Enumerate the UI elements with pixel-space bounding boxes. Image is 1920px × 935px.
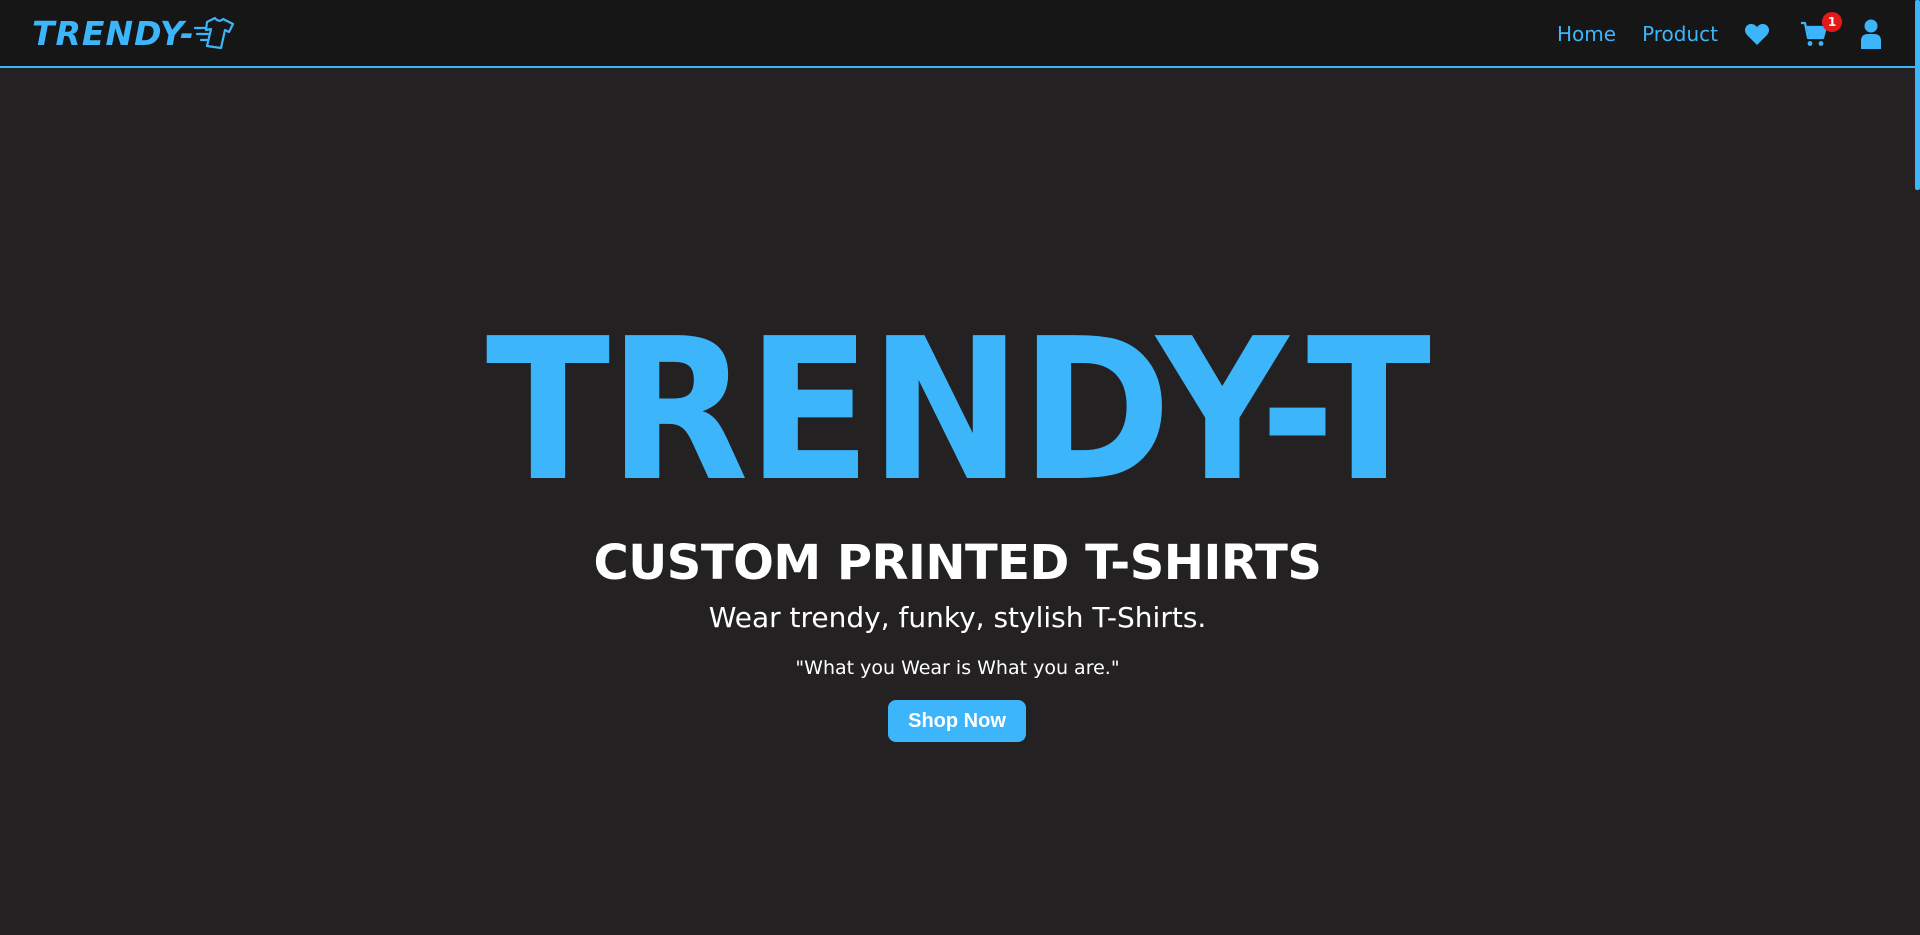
scrollbar-track[interactable]	[1915, 0, 1920, 935]
wishlist-button[interactable]	[1744, 22, 1770, 46]
shop-now-button[interactable]: Shop Now	[888, 700, 1026, 742]
nav-link-product[interactable]: Product	[1642, 22, 1718, 46]
page: TRENDY- Home Product 1 TRENDY-T CUSTOM P…	[0, 0, 1920, 935]
heart-icon	[1745, 23, 1769, 45]
hero-quote: "What you Wear is What you are."	[795, 657, 1120, 679]
logo-text: TRENDY-	[32, 14, 195, 53]
navbar: TRENDY- Home Product 1	[0, 0, 1915, 68]
tshirt-logo-icon	[193, 16, 234, 50]
hero-title: TRENDY-T	[485, 297, 1431, 525]
cart-count-badge: 1	[1822, 12, 1842, 32]
account-button[interactable]	[1860, 19, 1882, 49]
cart-button[interactable]: 1	[1800, 12, 1842, 48]
hero-section: TRENDY-T CUSTOM PRINTED T-SHIRTS Wear tr…	[0, 68, 1915, 935]
hero-tagline: Wear trendy, funky, stylish T-Shirts.	[708, 601, 1207, 634]
nav-menu: Home Product 1	[1557, 0, 1882, 68]
logo[interactable]: TRENDY-	[32, 12, 241, 56]
scrollbar-thumb[interactable]	[1915, 0, 1920, 190]
hero-subtitle: CUSTOM PRINTED T-SHIRTS	[593, 535, 1322, 591]
nav-link-home[interactable]: Home	[1557, 22, 1616, 46]
user-icon	[1861, 19, 1881, 49]
